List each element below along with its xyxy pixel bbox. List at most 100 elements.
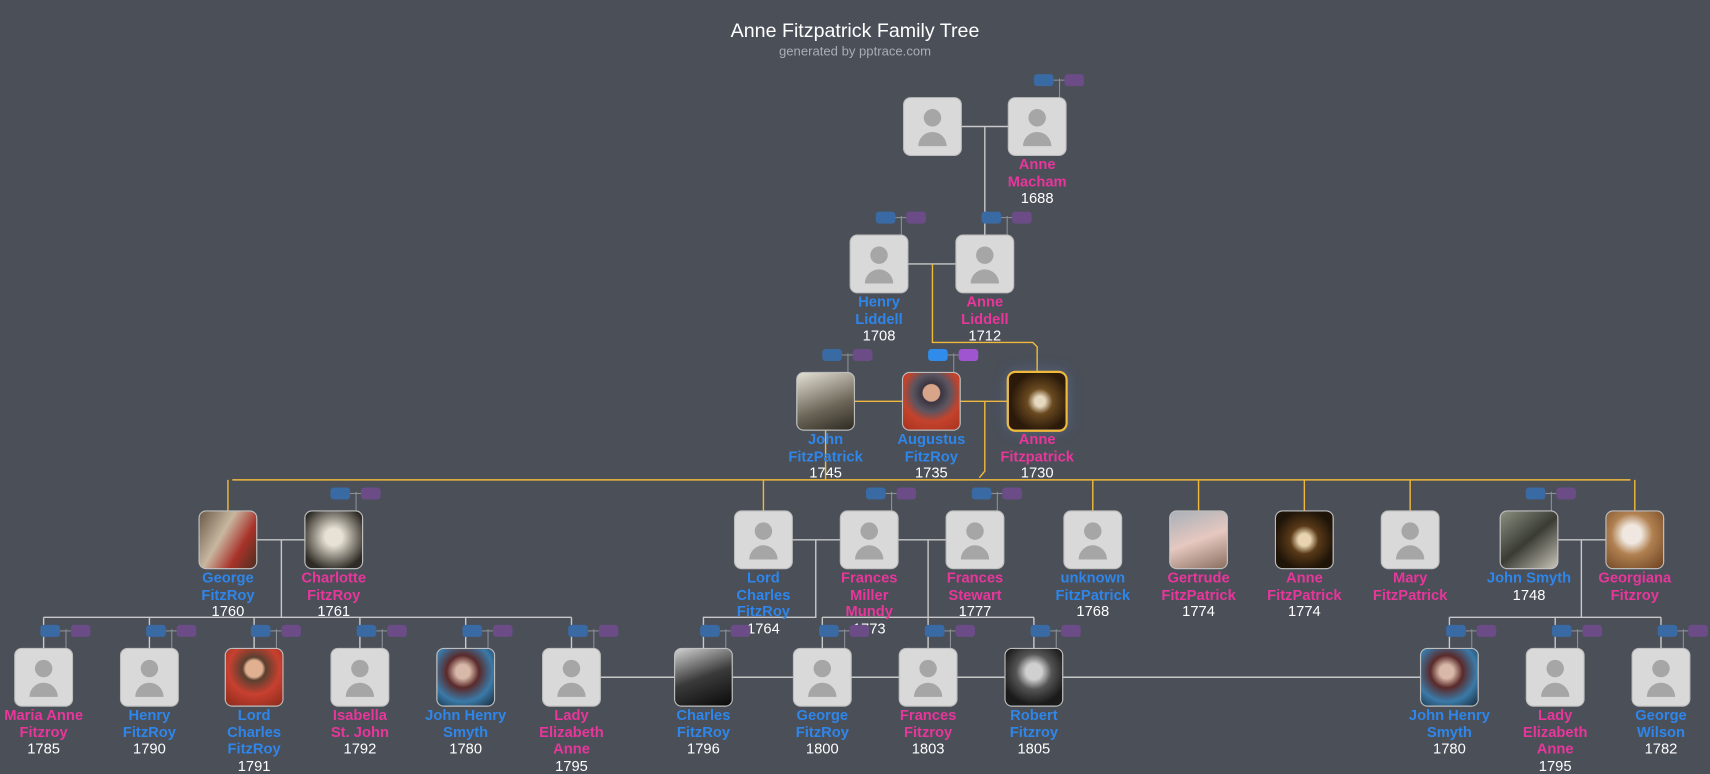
show-father-toggle[interactable]: [819, 624, 839, 637]
show-mother-toggle[interactable]: [598, 624, 619, 637]
show-mother-toggle[interactable]: [852, 348, 873, 361]
person-placeholder[interactable]: [793, 648, 851, 706]
show-mother-toggle[interactable]: [730, 624, 751, 637]
show-mother-toggle[interactable]: [958, 348, 979, 361]
person-label[interactable]: Anne Macham 1688: [985, 156, 1090, 207]
person-placeholder[interactable]: [946, 511, 1004, 569]
person-label[interactable]: George FitzRoy 1800: [770, 707, 875, 758]
person-label[interactable]: Charlotte FitzRoy 1761: [281, 569, 386, 620]
person-label[interactable]: Robert Fitzroy 1805: [982, 707, 1087, 758]
person-placeholder[interactable]: [956, 235, 1014, 293]
family-tree-canvas[interactable]: Anne Fitzpatrick Family Tree generated b…: [0, 0, 1710, 774]
show-father-toggle[interactable]: [1657, 624, 1678, 637]
person-label[interactable]: Anne Liddell 1712: [932, 293, 1037, 344]
show-mother-toggle[interactable]: [1582, 624, 1603, 637]
show-mother-toggle[interactable]: [849, 624, 870, 637]
person-label[interactable]: Frances Stewart 1777: [923, 569, 1028, 620]
show-father-toggle[interactable]: [700, 624, 720, 637]
person-placeholder[interactable]: [331, 648, 389, 706]
show-mother-toggle[interactable]: [176, 624, 197, 637]
person-label[interactable]: Lady Elizabeth Anne 1795: [519, 707, 624, 774]
person-label[interactable]: Maria Anne Fitzroy 1785: [0, 707, 96, 758]
person-label[interactable]: Frances Fitzroy 1803: [876, 707, 981, 758]
show-mother-toggle[interactable]: [896, 487, 917, 500]
person-label[interactable]: George Wilson 1782: [1609, 707, 1710, 758]
show-father-toggle[interactable]: [865, 487, 886, 500]
show-father-toggle[interactable]: [1033, 74, 1054, 87]
person-label[interactable]: Augustus FitzRoy 1735: [879, 431, 984, 482]
person-label[interactable]: John FitzPatrick 1745: [773, 431, 878, 482]
person-portrait[interactable]: [1008, 372, 1066, 430]
person-portrait[interactable]: [797, 372, 854, 430]
person-label[interactable]: Gertrude FitzPatrick 1774: [1146, 569, 1251, 620]
show-father-toggle[interactable]: [146, 624, 166, 637]
person-portrait[interactable]: [903, 372, 960, 430]
show-father-toggle[interactable]: [875, 211, 896, 224]
person-placeholder[interactable]: [1064, 511, 1122, 569]
person-placeholder[interactable]: [1526, 648, 1584, 706]
show-father-toggle[interactable]: [356, 624, 377, 637]
person-placeholder[interactable]: [1008, 98, 1066, 155]
person-label[interactable]: Charles FitzRoy 1796: [651, 707, 756, 758]
person-placeholder[interactable]: [121, 648, 178, 706]
show-mother-toggle[interactable]: [70, 624, 91, 637]
person-placeholder[interactable]: [543, 648, 600, 706]
person-label[interactable]: Lord Charles FitzRoy 1764: [711, 569, 816, 637]
person-portrait[interactable]: [1005, 648, 1063, 706]
show-father-toggle[interactable]: [924, 624, 945, 637]
person-label[interactable]: Anne Fitzpatrick 1730: [985, 431, 1090, 482]
show-father-toggle[interactable]: [40, 624, 60, 637]
person-portrait[interactable]: [437, 648, 495, 706]
show-father-toggle[interactable]: [928, 348, 948, 361]
show-father-toggle[interactable]: [462, 624, 483, 637]
show-father-toggle[interactable]: [971, 487, 992, 500]
show-father-toggle[interactable]: [1030, 624, 1051, 637]
person-portrait[interactable]: [1276, 511, 1333, 569]
person-label[interactable]: George FitzRoy 1760: [176, 569, 281, 620]
person-placeholder[interactable]: [1632, 648, 1690, 706]
person-label[interactable]: Isabella St. John 1792: [308, 707, 413, 758]
person-label[interactable]: Georgiana Fitzroy: [1582, 569, 1687, 603]
show-mother-toggle[interactable]: [281, 624, 302, 637]
show-mother-toggle[interactable]: [906, 211, 926, 224]
person-label[interactable]: Mary FitzPatrick: [1358, 569, 1463, 603]
person-portrait[interactable]: [675, 648, 732, 706]
person-portrait[interactable]: [199, 511, 257, 569]
show-father-toggle[interactable]: [250, 624, 271, 637]
show-mother-toggle[interactable]: [387, 624, 407, 637]
person-placeholder[interactable]: [15, 648, 72, 706]
show-father-toggle[interactable]: [330, 487, 351, 500]
show-father-toggle[interactable]: [568, 624, 588, 637]
person-portrait[interactable]: [1421, 648, 1478, 706]
person-placeholder[interactable]: [850, 235, 908, 293]
show-father-toggle[interactable]: [1446, 624, 1466, 637]
person-label[interactable]: Anne FitzPatrick 1774: [1252, 569, 1357, 620]
person-label[interactable]: Lady Elizabeth Anne 1795: [1503, 707, 1608, 774]
show-mother-toggle[interactable]: [1556, 487, 1576, 500]
person-placeholder[interactable]: [899, 648, 957, 706]
person-portrait[interactable]: [1170, 511, 1227, 569]
show-father-toggle[interactable]: [1551, 624, 1572, 637]
show-father-toggle[interactable]: [822, 348, 842, 361]
person-label[interactable]: John Henry Smyth 1780: [1397, 707, 1502, 758]
person-portrait[interactable]: [1606, 511, 1664, 569]
show-mother-toggle[interactable]: [1002, 487, 1022, 500]
person-portrait[interactable]: [225, 648, 283, 706]
person-portrait[interactable]: [1500, 511, 1558, 569]
show-mother-toggle[interactable]: [360, 487, 381, 500]
show-mother-toggle[interactable]: [492, 624, 513, 637]
show-father-toggle[interactable]: [981, 211, 1002, 224]
person-label[interactable]: John Henry Smyth 1780: [413, 707, 518, 758]
person-label[interactable]: Henry Liddell 1708: [827, 293, 932, 344]
person-portrait[interactable]: [305, 511, 363, 569]
person-placeholder[interactable]: [1381, 511, 1439, 569]
show-mother-toggle[interactable]: [1064, 74, 1085, 87]
show-mother-toggle[interactable]: [1061, 624, 1081, 637]
person-placeholder[interactable]: [735, 511, 792, 569]
show-mother-toggle[interactable]: [1012, 211, 1032, 224]
person-placeholder[interactable]: [840, 511, 898, 569]
person-label[interactable]: John Smyth 1748: [1477, 569, 1582, 603]
show-father-toggle[interactable]: [1525, 487, 1546, 500]
person-label[interactable]: Henry FitzRoy 1790: [97, 707, 202, 758]
person-placeholder[interactable]: [904, 98, 961, 155]
